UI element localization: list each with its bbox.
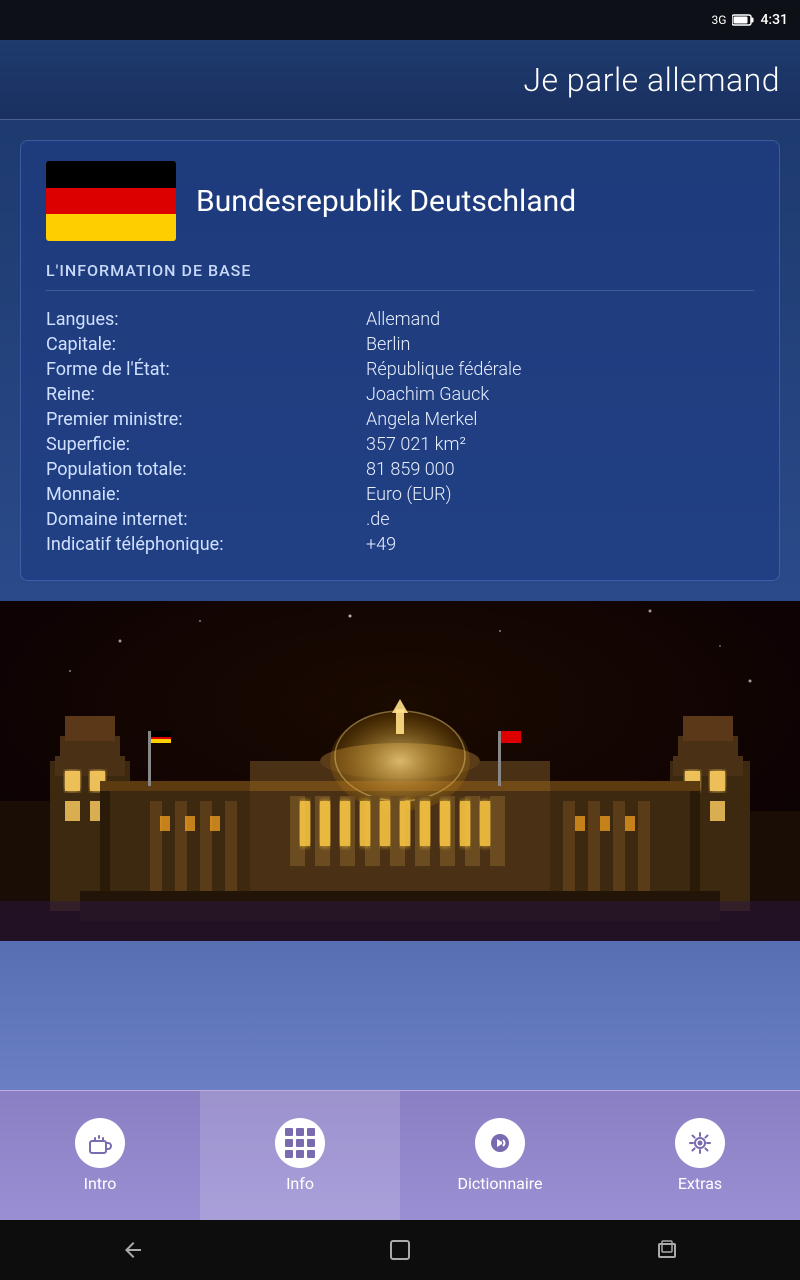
nav-item-dictionnaire[interactable]: Dictionnaire — [400, 1091, 600, 1220]
info-value: Angela Merkel — [366, 409, 477, 430]
extras-icon-circle — [675, 1118, 725, 1168]
info-card: Bundesrepublik Deutschland L'INFORMATION… — [20, 140, 780, 581]
status-icons: 3G 4:31 — [712, 12, 788, 28]
app-header: Je parle allemand — [0, 40, 800, 120]
table-row: Premier ministre: Angela Merkel — [46, 409, 754, 430]
info-label: Domaine internet: — [46, 509, 366, 530]
main-content: Bundesrepublik Deutschland L'INFORMATION… — [0, 120, 800, 1090]
dictionnaire-icon-container — [475, 1118, 525, 1168]
flag-red-stripe — [46, 188, 176, 215]
info-label: Forme de l'État: — [46, 359, 366, 380]
info-value: 357 021 km² — [366, 434, 466, 455]
coffee-icon — [86, 1129, 114, 1157]
nav-item-extras[interactable]: Extras — [600, 1091, 800, 1220]
nav-label-dictionnaire: Dictionnaire — [457, 1174, 542, 1193]
table-row: Population totale: 81 859 000 — [46, 459, 754, 480]
flag-gold-stripe — [46, 214, 176, 241]
info-label: Capitale: — [46, 334, 366, 355]
intro-icon-container — [75, 1118, 125, 1168]
info-label: Monnaie: — [46, 484, 366, 505]
info-label: Premier ministre: — [46, 409, 366, 430]
info-icon-container — [275, 1118, 325, 1168]
table-row: Langues: Allemand — [46, 309, 754, 330]
country-name: Bundesrepublik Deutschland — [196, 184, 576, 219]
app-title: Je parle allemand — [523, 61, 780, 99]
table-row: Reine: Joachim Gauck — [46, 384, 754, 405]
recent-button[interactable] — [642, 1235, 692, 1265]
info-value: .de — [366, 509, 390, 530]
country-flag — [46, 161, 176, 241]
building-image — [0, 601, 800, 941]
dictionnaire-icon-circle — [475, 1118, 525, 1168]
home-button[interactable] — [375, 1235, 425, 1265]
info-value: Berlin — [366, 334, 410, 355]
speaker-icon — [486, 1129, 514, 1157]
info-label: Langues: — [46, 309, 366, 330]
battery-icon — [732, 14, 754, 26]
home-icon — [388, 1238, 412, 1262]
table-row: Superficie: 357 021 km² — [46, 434, 754, 455]
nav-label-info: Info — [286, 1174, 314, 1193]
info-table: Langues: Allemand Capitale: Berlin Forme… — [46, 309, 754, 555]
flag-black-stripe — [46, 161, 176, 188]
info-label: Reine: — [46, 384, 366, 405]
info-label: Superficie: — [46, 434, 366, 455]
info-value: République fédérale — [366, 359, 521, 380]
time-display: 4:31 — [760, 12, 788, 28]
info-label: Indicatif téléphonique: — [46, 534, 366, 555]
nav-label-intro: Intro — [84, 1174, 117, 1193]
bottom-nav: Intro Info — [0, 1090, 800, 1220]
info-value: Euro (EUR) — [366, 484, 451, 505]
info-value: Joachim Gauck — [366, 384, 489, 405]
nav-item-info[interactable]: Info — [200, 1091, 400, 1220]
status-bar: 3G 4:31 — [0, 0, 800, 40]
system-nav — [0, 1220, 800, 1280]
nav-item-intro[interactable]: Intro — [0, 1091, 200, 1220]
table-row: Capitale: Berlin — [46, 334, 754, 355]
info-label: Population totale: — [46, 459, 366, 480]
info-value: +49 — [366, 534, 396, 555]
country-header: Bundesrepublik Deutschland — [46, 161, 754, 241]
nav-label-extras: Extras — [678, 1174, 722, 1193]
back-icon — [121, 1238, 145, 1262]
info-icon-circle — [275, 1118, 325, 1168]
back-button[interactable] — [108, 1235, 158, 1265]
info-value: Allemand — [366, 309, 440, 330]
signal-icon: 3G — [712, 13, 727, 27]
extras-icon-container — [675, 1118, 725, 1168]
table-row: Indicatif téléphonique: +49 — [46, 534, 754, 555]
intro-icon-circle — [75, 1118, 125, 1168]
table-row: Monnaie: Euro (EUR) — [46, 484, 754, 505]
grid-icon — [285, 1128, 315, 1158]
table-row: Forme de l'État: République fédérale — [46, 359, 754, 380]
section-title: L'INFORMATION DE BASE — [46, 261, 754, 291]
table-row: Domaine internet: .de — [46, 509, 754, 530]
info-value: 81 859 000 — [366, 459, 455, 480]
gear-icon — [686, 1129, 714, 1157]
recent-icon — [655, 1238, 679, 1262]
